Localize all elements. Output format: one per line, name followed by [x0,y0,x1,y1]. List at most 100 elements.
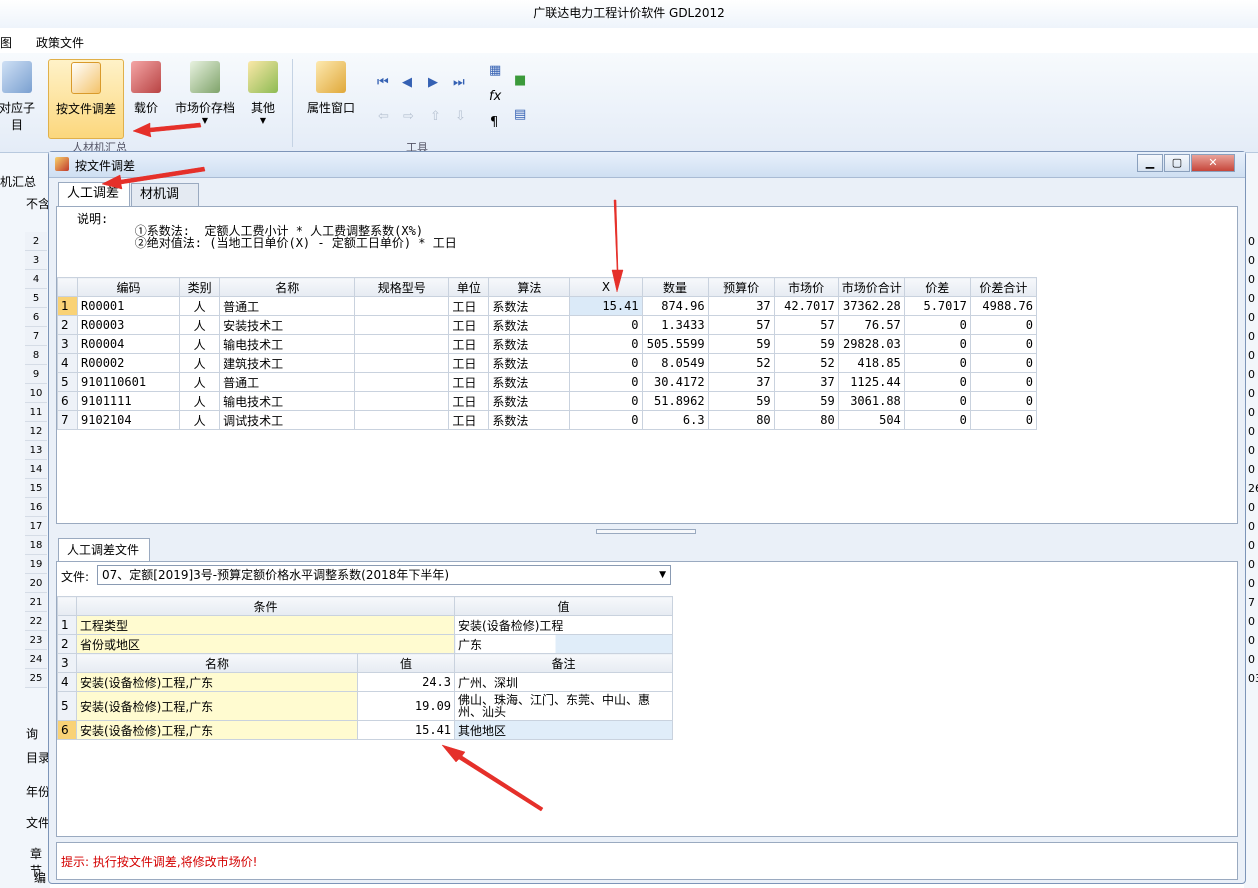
grid-cell: 人 [179,391,221,411]
calculator-grid-icon[interactable]: ▤ [514,107,526,122]
menu-item-policy-file[interactable]: 政策文件 [36,34,84,51]
grid-corner [57,596,77,616]
column-header[interactable]: 预算价 [707,277,775,297]
background-row-number: 13 [25,441,47,460]
function-icon[interactable]: fx [489,89,501,104]
grid-cell: 安装技术工 [219,315,356,335]
grid-row[interactable]: 5 910110601 人普通工 工日 系数法 0 30.4172 37 37 1125.44 0 0 [56,372,1038,392]
paragraph-icon[interactable]: ¶ [490,115,498,130]
close-button[interactable]: ✕ [1191,154,1235,172]
column-header[interactable]: 编码 [77,277,181,297]
column-header[interactable]: X [569,277,643,297]
column-header[interactable]: 价差 [903,277,971,297]
grid-cell[interactable]: 15.41 [569,296,643,316]
grid-cell: 504 [837,410,905,430]
last-record-icon[interactable]: ⏭ [453,75,465,90]
grid-row[interactable]: 7 9102104 人调试技术工 工日 系数法 0 6.3 80 80 504 0 0 [56,410,1038,430]
column-header[interactable]: 市场价 [773,277,839,297]
coefficient-row[interactable]: 4 安装(设备检修)工程,广东 24.3 广州、深圳 [57,672,674,692]
coefficient-row-selected[interactable]: 6 安装(设备检修)工程,广东 15.41 其他地区 [57,720,674,740]
minimize-button[interactable]: ▁ [1137,154,1163,172]
column-header[interactable]: 名称 [219,277,356,297]
tab-labor-adjust-file[interactable]: 人工调差文件 [58,538,150,562]
menu-item-partial[interactable]: 图 [0,34,12,51]
maximize-button[interactable]: ▢ [1164,154,1190,172]
file-select[interactable]: 07、定额[2019]3号-预算定额价格水平调整系数(2018年下半年) ▼ [97,565,671,585]
condition-row[interactable]: 2 省份或地区 广东 [57,634,674,654]
grid-cell[interactable]: 0 [569,391,643,411]
grid-row[interactable]: 4 R00002 人建筑技术工 工日 系数法 0 8.0549 52 52 418.85 0 0 [56,353,1038,373]
previous-record-icon[interactable]: ◀ [402,75,412,90]
grid-cell: 1 [56,296,79,316]
market-price-archive-button[interactable]: 市场价存档 ▼ [170,59,240,139]
arrow-down-icon[interactable]: ⇩ [455,109,466,124]
grid-cell: 7 [56,410,79,430]
background-row-number: 6 [25,308,47,327]
grid-cell: 人 [179,334,221,354]
background-row-number: 8 [25,346,47,365]
grid-cell: 3061.88 [837,391,905,411]
panel-splitter[interactable] [56,528,1238,536]
load-price-button[interactable]: 载价 [128,59,164,139]
grid-cell[interactable]: 0 [569,334,643,354]
background-row-number: 4 [25,270,47,289]
property-window-button[interactable]: 属性窗口 [304,59,358,139]
background-row-number: 19 [25,555,47,574]
background-row-number: 20 [25,574,47,593]
grid-cell[interactable]: 0 [569,372,643,392]
grid-cell[interactable]: 0 [569,410,643,430]
tab-labor-adjust[interactable]: 人工调差 [58,182,130,206]
column-header[interactable]: 类别 [179,277,221,297]
labor-grid: 编码 类别 名称 规格型号 单位 算法 X 数量 预算价 市场价 市场价合计 价差 价差合计 1 R000… [56,277,1038,430]
menu-bar: 图 政策文件 [0,30,1258,52]
grid-cell: 0 [903,410,971,430]
grid-cell: 4 [56,353,79,373]
splitter-handle[interactable] [596,529,696,534]
calculator-icon[interactable]: ▦ [489,63,501,78]
coefficient-row[interactable]: 5 安装(设备检修)工程,广东 19.09 佛山、珠海、江门、东莞、中山、惠州、汕头 [57,691,674,721]
grid-cell [354,391,450,411]
grid-cell: R00001 [77,296,181,316]
grid-row[interactable]: 1 R00001 人普通工 工日 系数法 15.41 874.96 37 42.7017 3736… [56,296,1038,316]
arrow-right-icon[interactable]: ⇨ [403,109,414,124]
column-header[interactable]: 算法 [488,277,571,297]
grid-cell: 9101111 [77,391,181,411]
grid-cell[interactable]: 0 [569,315,643,335]
grid-row[interactable]: 2 R00003 人安装技术工 工日 系数法 0 1.3433 57 57 76.57 0 0 [56,315,1038,335]
column-header[interactable]: 价差合计 [969,277,1038,297]
cube-icon[interactable]: ■ [514,73,526,88]
column-header[interactable]: 规格型号 [354,277,450,297]
other-button[interactable]: 其他 ▼ [244,59,282,139]
next-record-icon[interactable]: ▶ [428,75,438,90]
grid-row[interactable]: 3 R00004 人输电技术工 工日 系数法 0 505.5599 59 59 29828.03 0… [56,334,1038,354]
grid-cell: 0 [903,315,971,335]
grid-cell: 系数法 [488,372,571,392]
grid-cell [354,353,450,373]
arrow-left-icon[interactable]: ⇦ [378,109,389,124]
background-label-5: 编 [34,871,47,885]
grid-cell: 0 [903,391,971,411]
column-header[interactable]: 市场价合计 [837,277,905,297]
column-header[interactable]: 数量 [641,277,709,297]
background-label-1: 目录 [26,751,51,765]
condition-row[interactable]: 1 工程类型 安装(设备检修)工程 [57,615,674,635]
background-row-number: 11 [25,403,47,422]
background-right-value: 26 [1248,482,1258,495]
sub-item-button[interactable]: 对应子目 [0,59,40,139]
adjust-by-file-button[interactable]: 按文件调差 [48,59,124,139]
grid-cell: 3 [56,334,79,354]
grid-cell: 系数法 [488,410,571,430]
grid-cell: 29828.03 [837,334,905,354]
grid-cell: 人 [179,372,221,392]
tab-material-adjust[interactable]: 材机调差 [131,183,199,224]
arrow-up-icon[interactable]: ⇧ [430,109,441,124]
grid-row[interactable]: 6 9101111 人输电技术工 工日 系数法 0 51.8962 59 59 3061.88 0 0 [56,391,1038,411]
column-header[interactable]: 单位 [448,277,490,297]
grid-cell: R00002 [77,353,181,373]
background-label-3: 文件 [26,816,51,830]
first-record-icon[interactable]: ⏮ [377,75,389,90]
background-row-number: 17 [25,517,47,536]
grid-cell: 2 [56,315,79,335]
grid-cell[interactable]: 0 [569,353,643,373]
background-tab[interactable]: 机汇总 [0,173,36,190]
